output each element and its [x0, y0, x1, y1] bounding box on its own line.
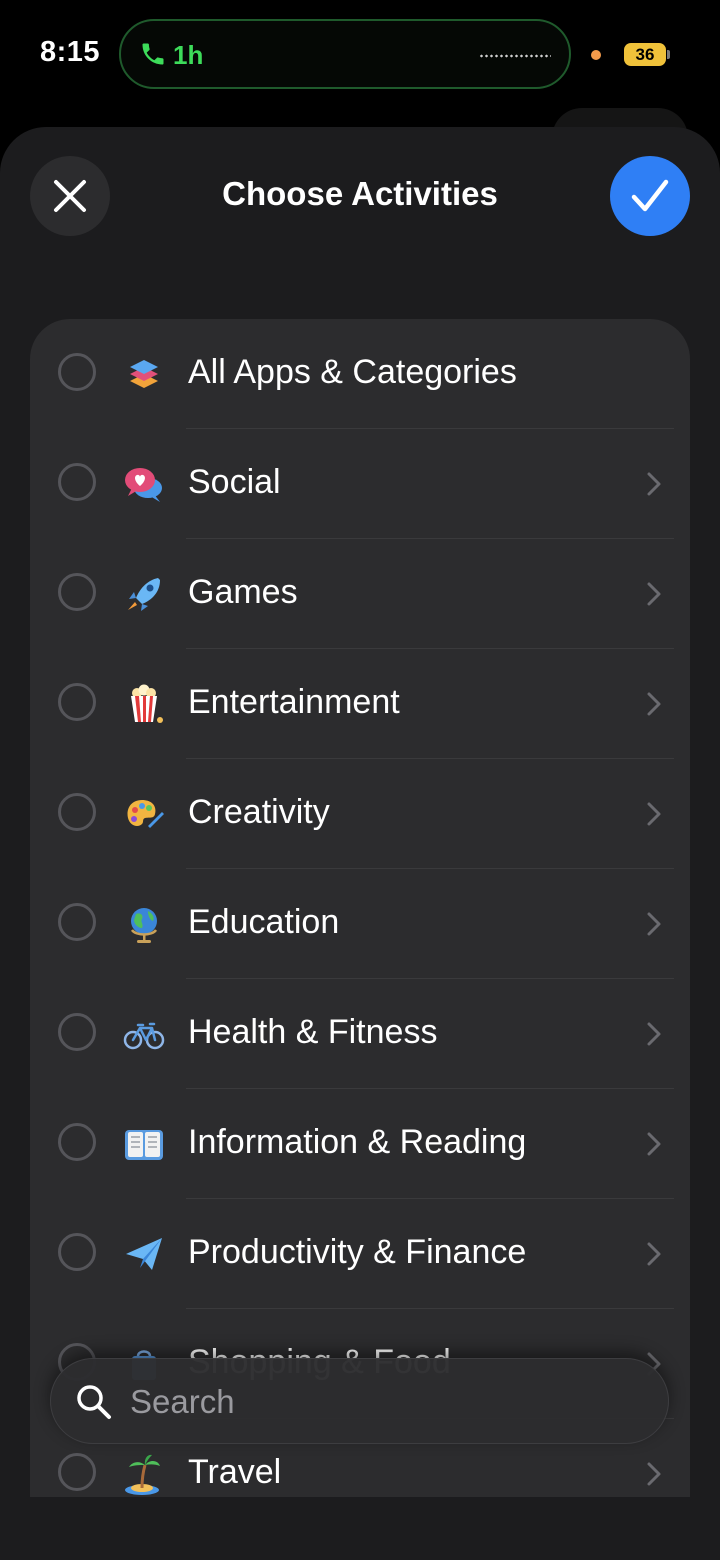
- radio-button[interactable]: [58, 1123, 96, 1161]
- chevron-right-icon: [647, 582, 661, 606]
- radio-button[interactable]: [58, 903, 96, 941]
- speech-bubble-heart-icon: [125, 468, 162, 502]
- checkmark-icon: [631, 179, 669, 212]
- choose-activities-sheet: Choose Activities All Apps & Categories: [0, 127, 720, 1560]
- list-item-label: Games: [188, 573, 298, 611]
- list-item[interactable]: Information & Reading: [30, 1089, 690, 1199]
- palette-icon: [127, 800, 164, 828]
- battery-tip: [667, 50, 670, 59]
- search-icon: [77, 1385, 111, 1419]
- paper-plane-icon: [126, 1238, 162, 1270]
- sheet-bottom: [0, 1497, 720, 1560]
- radio-button[interactable]: [58, 1453, 96, 1491]
- list-item[interactable]: All Apps & Categories: [30, 319, 690, 429]
- list-item[interactable]: Social: [30, 429, 690, 539]
- radio-button[interactable]: [58, 683, 96, 721]
- chevron-right-icon: [647, 1462, 661, 1486]
- status-time: 8:15: [40, 36, 101, 68]
- popcorn-icon: [131, 684, 163, 723]
- activities-list: All Apps & Categories Social Games Enter…: [30, 319, 690, 1497]
- search-input[interactable]: Search: [130, 1383, 235, 1421]
- list-item[interactable]: Education: [30, 869, 690, 979]
- list-item-label: Entertainment: [188, 683, 400, 721]
- status-bar: 8:15 1h 36: [0, 0, 720, 110]
- radio-button[interactable]: [58, 793, 96, 831]
- list-item[interactable]: Games: [30, 539, 690, 649]
- chevron-right-icon: [647, 912, 661, 936]
- done-button[interactable]: [610, 156, 690, 236]
- stack-icon: [130, 360, 158, 388]
- radio-button[interactable]: [58, 353, 96, 391]
- radio-button[interactable]: [58, 573, 96, 611]
- list-item[interactable]: Entertainment: [30, 649, 690, 759]
- palm-tree-icon: [125, 1454, 160, 1495]
- list-item-label: Creativity: [188, 793, 330, 831]
- audio-waveform-icon: [479, 54, 551, 58]
- list-item-label: Education: [188, 903, 340, 941]
- list-item[interactable]: Health & Fitness: [30, 979, 690, 1089]
- chevron-right-icon: [647, 802, 661, 826]
- dynamic-island-call[interactable]: 1h: [119, 19, 571, 89]
- globe-icon: [130, 908, 158, 943]
- chevron-right-icon: [647, 1242, 661, 1266]
- list-item-label: Travel: [188, 1453, 282, 1491]
- book-icon: [125, 1130, 163, 1160]
- bicycle-icon: [123, 1022, 165, 1050]
- phone-icon: [142, 43, 164, 65]
- battery-icon: 36: [624, 43, 666, 66]
- list-item[interactable]: Creativity: [30, 759, 690, 869]
- list-item-label: Information & Reading: [188, 1123, 527, 1161]
- battery-level: 36: [635, 45, 655, 64]
- chevron-right-icon: [647, 1132, 661, 1156]
- radio-button[interactable]: [58, 463, 96, 501]
- chevron-right-icon: [647, 692, 661, 716]
- rocket-icon: [128, 578, 160, 611]
- list-item-label: Social: [188, 463, 281, 501]
- radio-button[interactable]: [58, 1013, 96, 1051]
- search-bar[interactable]: Search: [50, 1358, 669, 1444]
- call-duration: 1h: [173, 40, 204, 70]
- chevron-right-icon: [647, 1022, 661, 1046]
- list-item-label: Health & Fitness: [188, 1013, 438, 1051]
- list-item-label: Productivity & Finance: [188, 1233, 527, 1271]
- mic-indicator-icon: [591, 50, 601, 60]
- chevron-right-icon: [647, 472, 661, 496]
- list-item[interactable]: Productivity & Finance: [30, 1199, 690, 1309]
- radio-button[interactable]: [58, 1233, 96, 1271]
- list-item-label: All Apps & Categories: [188, 353, 517, 391]
